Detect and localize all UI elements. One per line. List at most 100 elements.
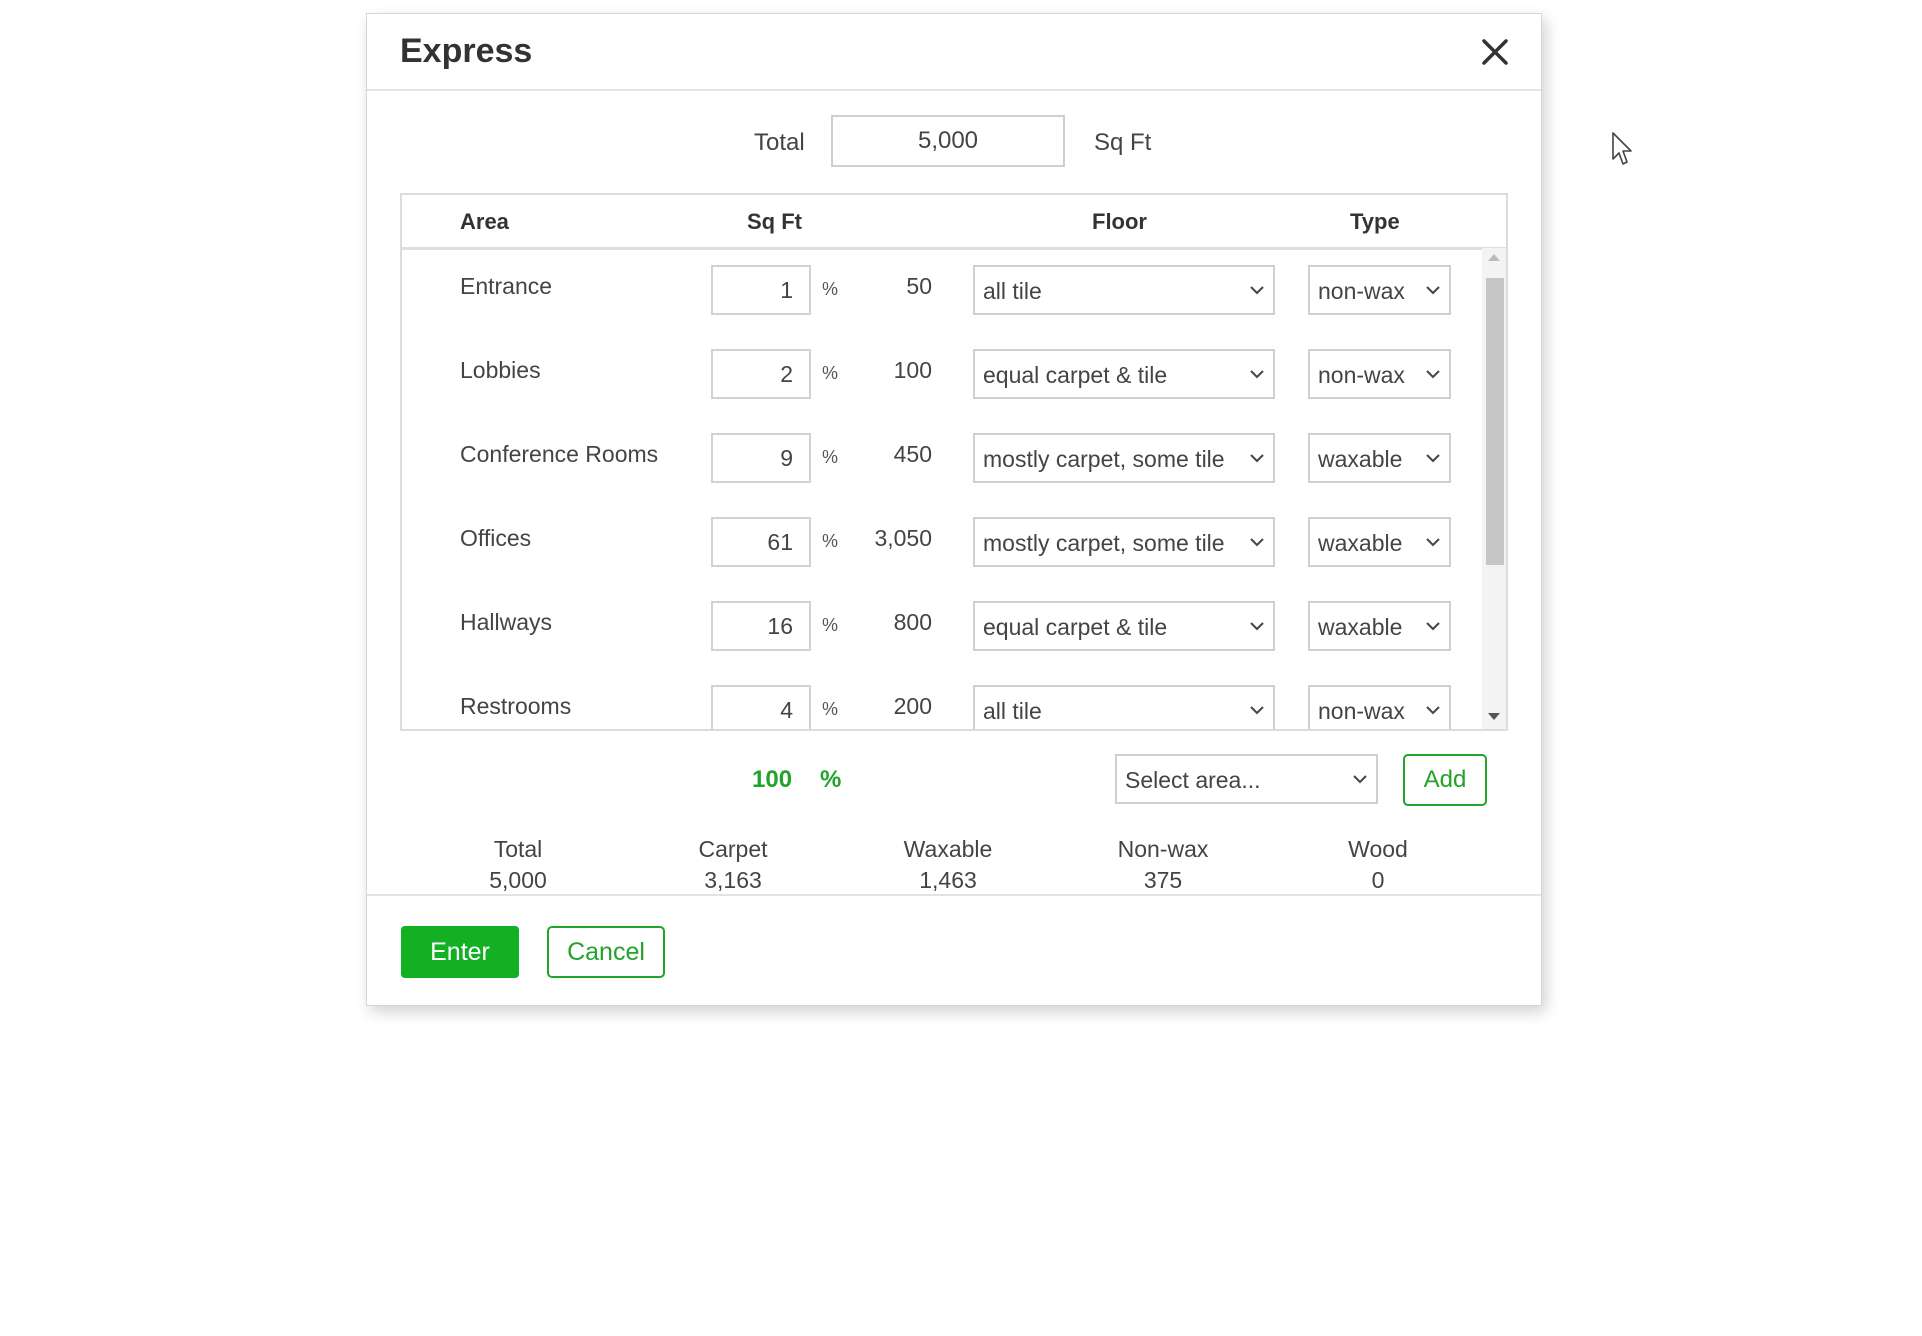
type-select[interactable]: non-wax (1308, 265, 1451, 315)
percent-sign: % (822, 699, 839, 719)
total-sqft-input[interactable] (831, 115, 1065, 167)
area-name: Offices (460, 525, 532, 551)
floor-select-value: mostly carpet, some tile (983, 446, 1225, 472)
chevron-down-icon (1426, 454, 1440, 463)
type-select-value: waxable (1318, 530, 1403, 556)
type-select[interactable]: waxable (1308, 433, 1451, 483)
summary-wood-value: 0 (1371, 867, 1385, 893)
scroll-up-arrow-icon[interactable] (1488, 254, 1500, 261)
percent-sign: % (822, 615, 839, 635)
percent-total-sign: % (820, 766, 842, 793)
percent-input[interactable] (711, 349, 811, 399)
floor-select[interactable]: all tile (973, 265, 1275, 315)
type-select-value: non-wax (1318, 362, 1405, 388)
close-button[interactable] (1479, 36, 1511, 68)
dialog-title: Express (400, 32, 533, 70)
summary-nonwax: Non-wax 375 (1093, 834, 1233, 896)
chevron-down-icon (1250, 286, 1264, 295)
summary-total-value: 5,000 (489, 867, 547, 893)
percent-input[interactable] (711, 601, 811, 651)
sqft-value: 800 (893, 609, 932, 635)
table-header: Area Sq Ft Floor Type (402, 195, 1506, 250)
sqft-value: 3,050 (874, 525, 932, 551)
dialog-header: Express (367, 14, 1541, 91)
scrollbar-thumb[interactable] (1486, 278, 1504, 565)
area-name: Restrooms (460, 693, 572, 719)
close-icon (1482, 39, 1508, 65)
floor-select[interactable]: mostly carpet, some tile (973, 517, 1275, 567)
table-row: Conference Rooms % 450 mostly carpet, so… (402, 417, 1482, 501)
chevron-down-icon (1250, 622, 1264, 631)
summary-total: Total 5,000 (448, 834, 588, 896)
summary-carpet: Carpet 3,163 (663, 834, 803, 896)
table-row: Lobbies % 100 equal carpet & tile non-wa… (402, 333, 1482, 417)
type-select[interactable]: non-wax (1308, 349, 1451, 399)
percent-input[interactable] (711, 517, 811, 567)
floor-select[interactable]: equal carpet & tile (973, 349, 1275, 399)
summary-total-label: Total (493, 836, 543, 862)
chevron-down-icon (1426, 706, 1440, 715)
percent-input[interactable] (711, 685, 811, 729)
floor-select-value: equal carpet & tile (983, 614, 1168, 640)
chevron-down-icon (1250, 454, 1264, 463)
area-name: Conference Rooms (460, 441, 659, 467)
floor-select[interactable]: all tile (973, 685, 1275, 729)
select-area-placeholder: Select area... (1125, 767, 1261, 793)
summary-wood-label: Wood (1348, 836, 1408, 862)
table-row: Entrance % 50 all tile non-wax (402, 249, 1482, 333)
total-label: Total (754, 129, 805, 156)
type-select[interactable]: waxable (1308, 517, 1451, 567)
enter-button[interactable]: Enter (401, 926, 519, 978)
scroll-down-arrow-icon[interactable] (1488, 713, 1500, 720)
chevron-down-icon (1250, 706, 1264, 715)
chevron-down-icon (1426, 286, 1440, 295)
summary-nonwax-label: Non-wax (1117, 836, 1209, 862)
sqft-value: 50 (906, 273, 932, 299)
floor-select-value: equal carpet & tile (983, 362, 1168, 388)
select-area-dropdown[interactable]: Select area... (1115, 754, 1378, 804)
summary-waxable-value: 1,463 (919, 867, 977, 893)
floor-select[interactable]: mostly carpet, some tile (973, 433, 1275, 483)
chevron-down-icon (1426, 370, 1440, 379)
area-name: Lobbies (460, 357, 541, 383)
table-scrollbar[interactable] (1482, 248, 1506, 729)
area-name: Hallways (460, 609, 553, 635)
percent-total: 100 (752, 766, 793, 793)
summary-wood: Wood 0 (1308, 834, 1448, 896)
type-select[interactable]: non-wax (1308, 685, 1451, 729)
sqft-value: 200 (893, 693, 932, 719)
floor-select[interactable]: equal carpet & tile (973, 601, 1275, 651)
cancel-button[interactable]: Cancel (547, 926, 665, 978)
header-type: Type (1350, 209, 1400, 234)
area-name: Entrance (460, 273, 553, 299)
header-area: Area (460, 209, 509, 234)
type-select[interactable]: waxable (1308, 601, 1451, 651)
type-select-value: non-wax (1318, 698, 1405, 724)
percent-input[interactable] (711, 433, 811, 483)
percent-input[interactable] (711, 265, 811, 315)
type-select-value: non-wax (1318, 278, 1405, 304)
summary-carpet-label: Carpet (698, 836, 768, 862)
summary-carpet-value: 3,163 (704, 867, 762, 893)
table-row: Offices % 3,050 mostly carpet, some tile… (402, 501, 1482, 585)
floor-select-value: all tile (983, 698, 1042, 724)
summary-waxable: Waxable 1,463 (878, 834, 1018, 896)
percent-sign: % (822, 363, 839, 383)
table-row: Restrooms % 200 all tile non-wax (402, 669, 1482, 729)
table-row: Hallways % 800 equal carpet & tile waxab… (402, 585, 1482, 669)
add-area-button[interactable]: Add (1403, 754, 1487, 806)
chevron-down-icon (1250, 370, 1264, 379)
express-dialog: Express Total Sq Ft Area Sq Ft Floor Typ… (366, 13, 1542, 1006)
dialog-footer: Enter Cancel (367, 894, 1541, 978)
mouse-pointer-icon (1612, 132, 1632, 165)
percent-sign: % (822, 447, 839, 467)
chevron-down-icon (1353, 775, 1367, 784)
chevron-down-icon (1250, 538, 1264, 547)
summary-waxable-label: Waxable (903, 836, 993, 862)
summary-nonwax-value: 375 (1143, 867, 1183, 893)
percent-sign: % (822, 531, 839, 551)
percent-sign: % (822, 279, 839, 299)
chevron-down-icon (1426, 538, 1440, 547)
sqft-value: 450 (893, 441, 932, 467)
total-unit: Sq Ft (1094, 129, 1152, 156)
